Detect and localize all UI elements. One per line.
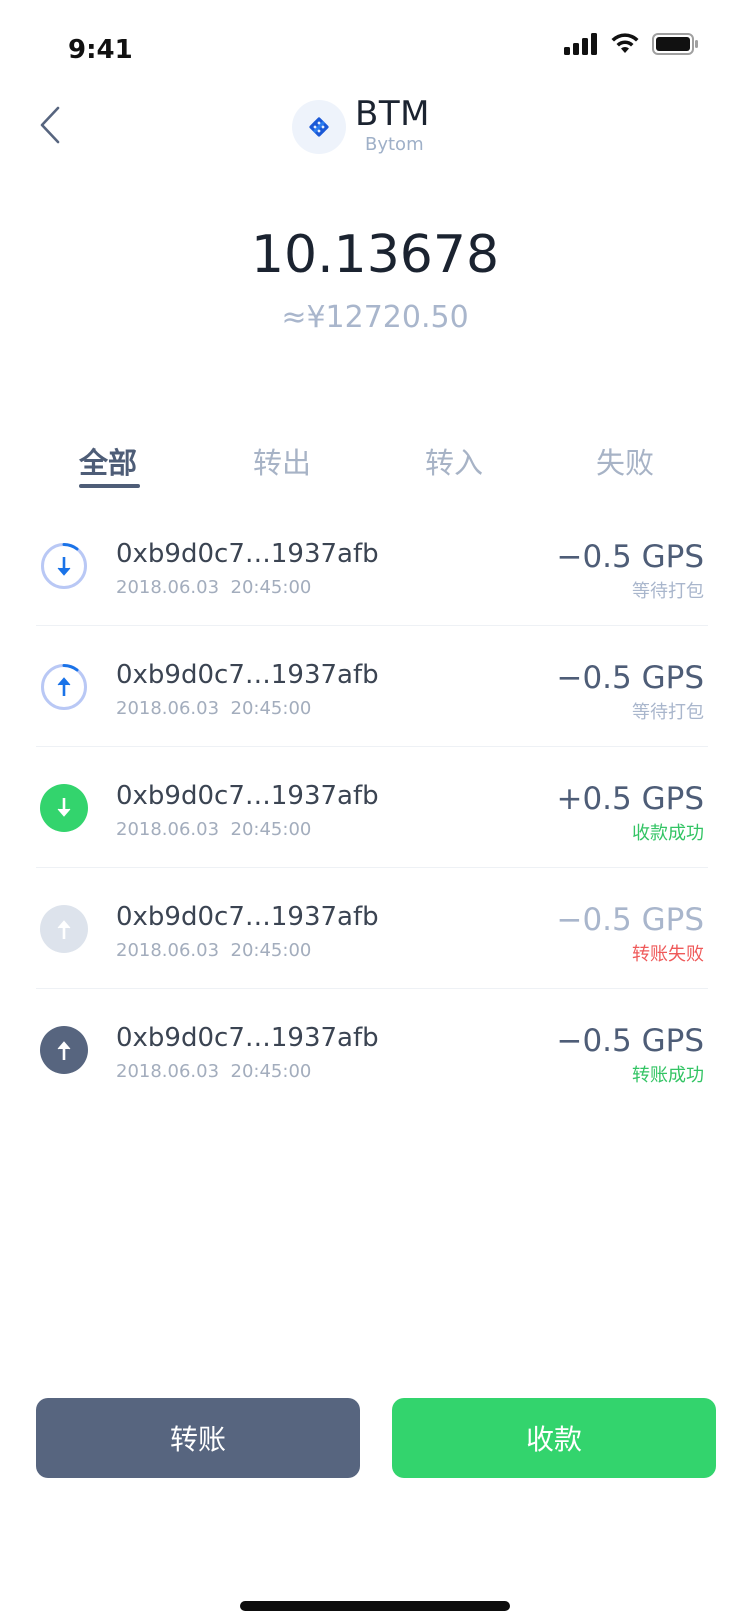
send-success-icon — [40, 1026, 88, 1074]
status-time: 9:41 — [68, 35, 133, 65]
active-tab-indicator — [79, 484, 140, 488]
nav-bar: BTM Bytom — [0, 90, 750, 170]
tx-amount: −0.5 GPS — [556, 1023, 704, 1059]
transaction-row[interactable]: 0xb9d0c7…1937afb 2018.06.03 20:45:00 −0.… — [36, 626, 708, 747]
status-icons — [564, 32, 700, 60]
pending-receive-icon — [40, 542, 88, 590]
tx-timestamp: 2018.06.03 20:45:00 — [116, 1061, 312, 1082]
tx-timestamp: 2018.06.03 20:45:00 — [116, 577, 312, 598]
tx-address: 0xb9d0c7…1937afb — [116, 1023, 379, 1053]
transaction-row[interactable]: 0xb9d0c7…1937afb 2018.06.03 20:45:00 −0.… — [36, 989, 708, 1109]
tx-status: 收款成功 — [632, 823, 704, 844]
tx-address: 0xb9d0c7…1937afb — [116, 902, 379, 932]
tab-failed[interactable]: 失败 — [565, 440, 685, 482]
fiat-value: ≈¥12720.50 — [281, 300, 469, 335]
bytom-logo-icon — [292, 100, 346, 154]
balance-amount: 10.13678 — [250, 225, 500, 285]
coin-name: Bytom — [365, 134, 424, 155]
coin-symbol: BTM — [355, 94, 430, 134]
bottom-actions: 转账 收款 — [36, 1398, 716, 1478]
receive-button[interactable]: 收款 — [392, 1398, 716, 1478]
transaction-list: 0xb9d0c7…1937afb 2018.06.03 20:45:00 −0.… — [36, 505, 708, 1109]
tx-amount: −0.5 GPS — [556, 539, 704, 575]
transaction-row[interactable]: 0xb9d0c7…1937afb 2018.06.03 20:45:00 +0.… — [36, 747, 708, 868]
tx-amount: −0.5 GPS — [556, 902, 704, 938]
tab-transfer-in[interactable]: 转入 — [394, 440, 514, 482]
tx-address: 0xb9d0c7…1937afb — [116, 660, 379, 690]
tx-timestamp: 2018.06.03 20:45:00 — [116, 819, 312, 840]
home-indicator[interactable] — [240, 1601, 510, 1611]
tx-status: 等待打包 — [632, 702, 704, 723]
tx-status: 转账失败 — [632, 944, 704, 965]
tab-transfer-out[interactable]: 转出 — [222, 440, 342, 482]
tx-address: 0xb9d0c7…1937afb — [116, 781, 379, 811]
transaction-row[interactable]: 0xb9d0c7…1937afb 2018.06.03 20:45:00 −0.… — [36, 868, 708, 989]
signal-icon — [564, 33, 598, 59]
tx-amount: +0.5 GPS — [556, 781, 704, 817]
battery-icon — [652, 32, 700, 60]
tab-all[interactable]: 全部 — [48, 440, 168, 482]
status-bar: 9:41 — [0, 0, 750, 90]
filter-tabs: 全部 转出 转入 失败 — [0, 440, 750, 490]
tx-address: 0xb9d0c7…1937afb — [116, 539, 379, 569]
transfer-button[interactable]: 转账 — [36, 1398, 360, 1478]
tx-status: 等待打包 — [632, 581, 704, 602]
tx-status: 转账成功 — [632, 1065, 704, 1086]
send-failed-icon — [40, 905, 88, 953]
tx-amount: −0.5 GPS — [556, 660, 704, 696]
tx-timestamp: 2018.06.03 20:45:00 — [116, 698, 312, 719]
back-button[interactable] — [34, 104, 74, 148]
transaction-row[interactable]: 0xb9d0c7…1937afb 2018.06.03 20:45:00 −0.… — [36, 505, 708, 626]
pending-send-icon — [40, 663, 88, 711]
tx-timestamp: 2018.06.03 20:45:00 — [116, 940, 312, 961]
receive-success-icon — [40, 784, 88, 832]
wifi-icon — [610, 33, 640, 59]
chevron-left-icon — [40, 106, 60, 144]
